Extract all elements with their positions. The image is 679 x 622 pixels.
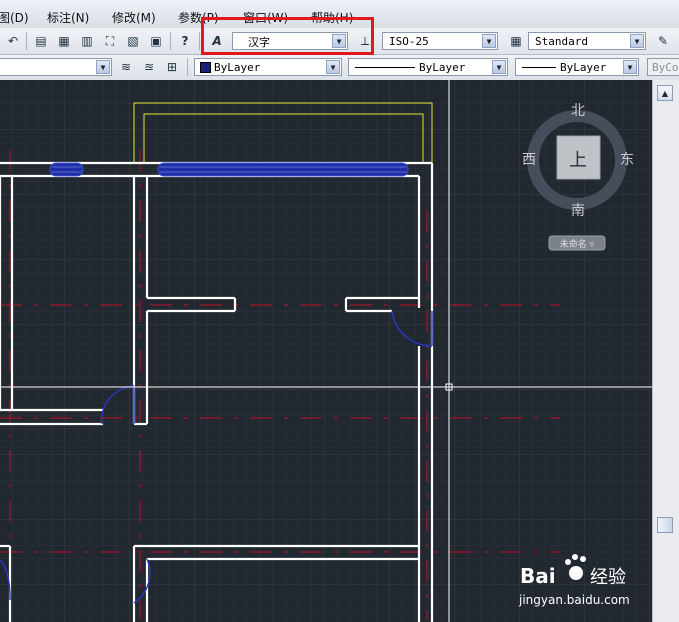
vertical-scrollbar[interactable]: ▲ bbox=[652, 80, 679, 622]
menu-window[interactable]: 窗口(W) bbox=[243, 9, 288, 26]
lineweight-select[interactable]: ByLayer ▼ bbox=[515, 58, 639, 76]
table-style-icon[interactable]: ▦ bbox=[506, 31, 526, 51]
design-center-icon[interactable]: ▦ bbox=[54, 31, 74, 51]
linetype-select[interactable]: ByLayer ▼ bbox=[348, 58, 508, 76]
scroll-thumb[interactable] bbox=[657, 517, 673, 533]
properties-toolbar: ▼ ≋ ≊ ⊞ ByLayer ▼ ByLayer ▼ ByLayer ▼ By… bbox=[0, 55, 679, 81]
styles-toolbar: ↶ ▤ ▦ ▥ ⛶ ▧ ▣ ? A 汉字 ▼ ⟂ ISO-25 ▼ ▦ Stan… bbox=[0, 28, 679, 55]
menu-dimension[interactable]: 标注(N) bbox=[47, 9, 89, 26]
watermark-brand2: 经验 bbox=[590, 567, 626, 588]
toolbar-separator bbox=[199, 32, 200, 50]
chevron-down-icon[interactable]: ▼ bbox=[630, 34, 644, 48]
dimension-style-select[interactable]: ISO-25 ▼ bbox=[382, 32, 498, 50]
compass-north[interactable]: 北 bbox=[571, 103, 585, 119]
plotstyle-select[interactable]: ByCo bbox=[647, 58, 679, 76]
chevron-down-icon[interactable]: ▼ bbox=[96, 60, 110, 74]
compass-west[interactable]: 西 bbox=[522, 152, 536, 168]
calculator-icon[interactable]: ▣ bbox=[146, 31, 166, 51]
scroll-up-icon[interactable]: ▲ bbox=[657, 85, 673, 101]
menu-draw[interactable]: 图(D) bbox=[0, 9, 29, 26]
markup-icon[interactable]: ▧ bbox=[123, 31, 143, 51]
compass-south[interactable]: 南 bbox=[571, 203, 585, 219]
drawing-canvas[interactable]: 上 北 南 西 东 未命名 ▿ Bai 经验 jingyan.baidu.com bbox=[0, 80, 652, 622]
zoom-previous-icon[interactable]: ↶ bbox=[3, 31, 23, 51]
lineweight-preview bbox=[522, 67, 556, 68]
viewcube-face[interactable]: 上 bbox=[569, 150, 587, 171]
layer-select[interactable]: ▼ bbox=[0, 58, 112, 76]
menu-help[interactable]: 帮助(H) bbox=[311, 9, 353, 26]
toolbar-separator bbox=[170, 32, 171, 50]
menu-bar: 图(D) 标注(N) 修改(M) 参数(P) 窗口(W) 帮助(H) bbox=[0, 0, 679, 29]
color-swatch bbox=[200, 62, 211, 73]
linetype-preview bbox=[355, 67, 415, 68]
toolbar-separator bbox=[187, 58, 188, 76]
tool-palettes-icon[interactable]: ▥ bbox=[77, 31, 97, 51]
chevron-down-icon[interactable]: ▼ bbox=[623, 60, 637, 74]
properties-icon[interactable]: ▤ bbox=[31, 31, 51, 51]
color-select[interactable]: ByLayer ▼ bbox=[194, 58, 342, 76]
multileader-style-icon[interactable]: ✎ bbox=[653, 31, 673, 51]
compass-east[interactable]: 东 bbox=[620, 152, 634, 168]
chevron-down-icon[interactable]: ▼ bbox=[482, 34, 496, 48]
watermark-url: jingyan.baidu.com bbox=[518, 593, 630, 607]
chevron-down-icon[interactable]: ▼ bbox=[492, 60, 506, 74]
text-style-select[interactable]: 汉字 ▼ bbox=[232, 32, 348, 50]
watermark-brand: Bai bbox=[520, 564, 556, 588]
chevron-down-icon[interactable]: ▼ bbox=[332, 34, 346, 48]
toolbar-separator bbox=[26, 32, 27, 50]
dimension-style-icon[interactable]: ⟂ bbox=[355, 31, 375, 51]
grid bbox=[0, 80, 652, 622]
menu-modify[interactable]: 修改(M) bbox=[112, 9, 156, 26]
chevron-down-icon[interactable]: ▼ bbox=[326, 60, 340, 74]
layer-states-icon[interactable]: ≊ bbox=[139, 57, 159, 77]
help-icon[interactable]: ? bbox=[175, 31, 195, 51]
table-style-select[interactable]: Standard ▼ bbox=[528, 32, 646, 50]
make-current-icon[interactable]: ⊞ bbox=[162, 57, 182, 77]
ucs-menu[interactable]: 未命名 ▿ bbox=[560, 238, 595, 250]
sheet-set-icon[interactable]: ⛶ bbox=[100, 31, 120, 51]
layer-previous-icon[interactable]: ≋ bbox=[116, 57, 136, 77]
menu-parametric[interactable]: 参数(P) bbox=[178, 9, 219, 26]
text-style-icon[interactable]: A bbox=[207, 31, 227, 51]
